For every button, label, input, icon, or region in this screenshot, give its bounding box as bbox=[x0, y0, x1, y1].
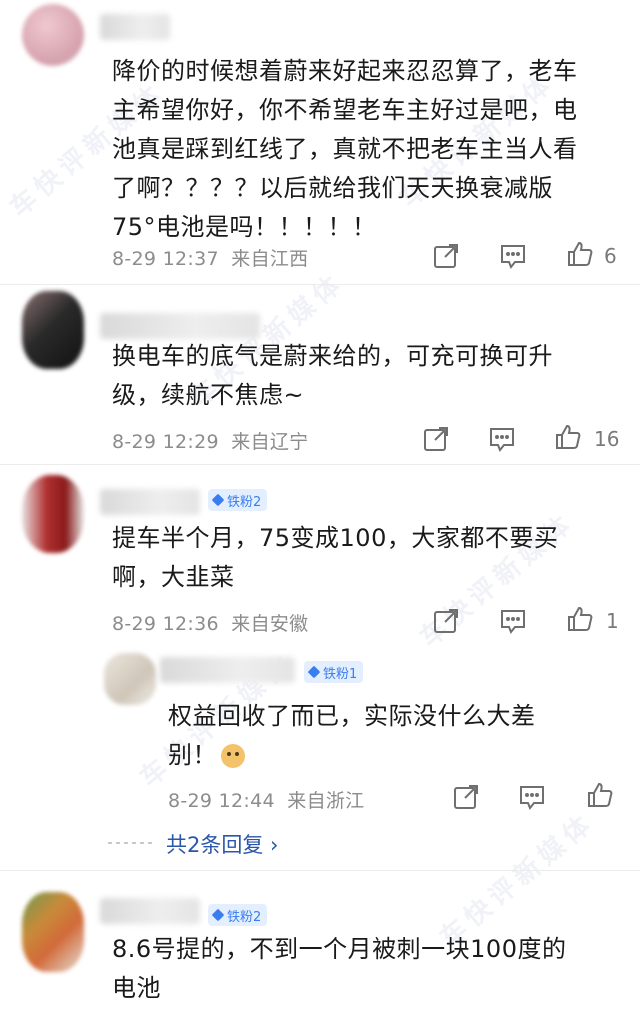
like-icon[interactable] bbox=[566, 240, 594, 268]
avatar[interactable] bbox=[104, 653, 156, 705]
more-replies-link[interactable]: 共2条回复 › bbox=[166, 829, 278, 859]
avatar[interactable] bbox=[22, 475, 84, 553]
username-blurred[interactable] bbox=[100, 489, 200, 515]
fan-badge-label: 铁粉2 bbox=[227, 909, 262, 925]
comment-meta: 8-29 12:37 来自江西 bbox=[112, 244, 308, 271]
avatar[interactable] bbox=[22, 892, 84, 972]
like-icon[interactable] bbox=[586, 781, 614, 809]
fan-badge: 铁粉1 bbox=[304, 661, 364, 683]
reply-thread-line bbox=[108, 842, 154, 844]
comment-icon[interactable] bbox=[499, 242, 527, 270]
comment-location: 来自安徽 bbox=[231, 613, 309, 635]
comment-item: 降价的时候想着蔚来好起来忍忍算了，老车 主希望你好，你不希望老车主好过是吧，电 … bbox=[0, 0, 640, 285]
reply-text: 权益回收了而已，实际没什么大差 别！ bbox=[168, 702, 536, 769]
comment-location: 来自江西 bbox=[231, 248, 309, 270]
emoji-doge-icon bbox=[221, 744, 245, 768]
share-icon[interactable] bbox=[422, 425, 450, 453]
fan-badge-label: 铁粉2 bbox=[227, 494, 262, 510]
like-icon[interactable] bbox=[566, 605, 594, 633]
comment-time: 8-29 12:29 bbox=[112, 431, 219, 453]
diamond-icon bbox=[307, 665, 321, 679]
fan-badge-label: 铁粉1 bbox=[323, 666, 358, 682]
like-count: 6 bbox=[604, 244, 617, 268]
comment-text: 换电车的底气是蔚来给的，可充可换可升 级，续航不焦虑~ bbox=[112, 342, 553, 409]
comment-meta: 8-29 12:44 来自浙江 bbox=[168, 786, 364, 813]
comment-icon[interactable] bbox=[518, 783, 546, 811]
fan-badge: 铁粉2 bbox=[208, 489, 268, 511]
diamond-icon bbox=[211, 908, 225, 922]
comment-meta: 8-29 12:36 来自安徽 bbox=[112, 609, 308, 636]
comment-item: 换电车的底气是蔚来给的，可充可换可升 级，续航不焦虑~ 8-29 12:29 来… bbox=[0, 285, 640, 465]
like-icon[interactable] bbox=[554, 423, 582, 451]
comment-icon[interactable] bbox=[488, 425, 516, 453]
username-blurred[interactable] bbox=[160, 657, 295, 683]
username-blurred[interactable] bbox=[100, 313, 260, 339]
reply-item: 铁粉1 权益回收了而已，实际没什么大差 别！ 8-29 12:44 来自浙江 共… bbox=[0, 645, 640, 860]
comment-text: 提车半个月，75变成100，大家都不要买 啊，大韭菜 bbox=[112, 524, 559, 591]
share-icon[interactable] bbox=[452, 783, 480, 811]
comment-location: 来自浙江 bbox=[287, 790, 365, 812]
comment-location: 来自辽宁 bbox=[231, 431, 309, 453]
username-blurred[interactable] bbox=[100, 14, 170, 40]
comment-text: 8.6号提的，不到一个月被刺一块100度的 电池 bbox=[112, 935, 567, 1002]
fan-badge: 铁粉2 bbox=[208, 904, 268, 926]
avatar[interactable] bbox=[22, 4, 84, 66]
like-count: 1 bbox=[606, 609, 619, 633]
comment-time: 8-29 12:44 bbox=[168, 790, 275, 812]
username-blurred[interactable] bbox=[100, 898, 200, 924]
diamond-icon bbox=[211, 493, 225, 507]
avatar[interactable] bbox=[22, 291, 84, 369]
comment-item: 铁粉2 8.6号提的，不到一个月被刺一块100度的 电池 bbox=[0, 870, 640, 1012]
comment-item: 铁粉2 提车半个月，75变成100，大家都不要买 啊，大韭菜 8-29 12:3… bbox=[0, 465, 640, 645]
comment-time: 8-29 12:36 bbox=[112, 613, 219, 635]
comment-meta: 8-29 12:29 来自辽宁 bbox=[112, 427, 308, 454]
comment-text: 降价的时候想着蔚来好起来忍忍算了，老车 主希望你好，你不希望老车主好过是吧，电 … bbox=[112, 57, 578, 241]
share-icon[interactable] bbox=[432, 607, 460, 635]
share-icon[interactable] bbox=[432, 242, 460, 270]
comment-time: 8-29 12:37 bbox=[112, 248, 219, 270]
comment-icon[interactable] bbox=[499, 607, 527, 635]
like-count: 16 bbox=[594, 427, 620, 451]
